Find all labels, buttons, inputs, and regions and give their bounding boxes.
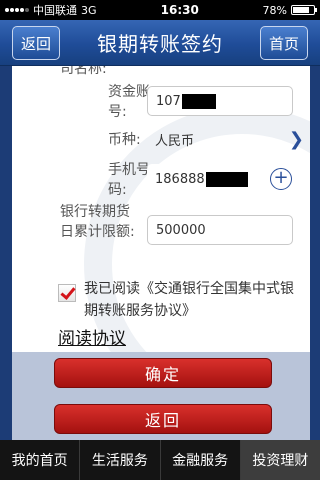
phone-label: 手机号码: <box>108 162 150 198</box>
agreement-line2: 期转账服务协议》 <box>84 303 196 319</box>
tab-bar: 我的首页 生活服务 金融服务 投资理财 <box>0 440 320 480</box>
account-field[interactable]: 107 <box>147 86 293 116</box>
limit-label-line1: 银行转期货 <box>60 204 130 220</box>
confirm-button[interactable]: 确定 <box>54 358 272 388</box>
redaction-bar <box>205 171 248 187</box>
action-band: 确定 返回 <box>12 352 310 440</box>
phone-value: 186888 <box>155 171 205 187</box>
back-button[interactable]: 返回 <box>12 26 61 60</box>
agree-checkbox[interactable] <box>58 284 76 302</box>
phone-field[interactable]: 186888 <box>147 164 267 194</box>
return-button[interactable]: 返回 <box>54 404 272 434</box>
status-bar: 中国联通 3G 16:30 78% <box>0 0 320 20</box>
account-value: 107 <box>156 93 181 109</box>
agreement-text: 我已阅读《交通银行全国集中式银 期转账服务协议》 <box>84 278 294 322</box>
currency-value[interactable]: 人民币 <box>155 130 194 149</box>
limit-label-line2: 日累计限额: <box>60 224 135 240</box>
tab-my-home[interactable]: 我的首页 <box>0 440 81 480</box>
header: 返回 银期转账签约 首页 <box>0 20 320 66</box>
network-type: 3G <box>81 3 97 17</box>
tab-financial-services[interactable]: 金融服务 <box>161 440 241 480</box>
signal-strength-icon <box>5 8 29 12</box>
battery-icon <box>291 5 317 15</box>
status-time: 16:30 <box>160 3 199 17</box>
currency-label: 币种: <box>108 132 141 148</box>
limit-field[interactable]: 500000 <box>147 215 293 245</box>
tab-life-services[interactable]: 生活服务 <box>80 440 161 480</box>
limit-value: 500000 <box>156 222 206 238</box>
form-content: 司名称: 资金账号: 107 币种: 人民币 ❯ 手机号码: 186888 + … <box>12 66 310 352</box>
tab-investment[interactable]: 投资理财 <box>240 440 320 480</box>
agreement: 我已阅读《交通银行全国集中式银 期转账服务协议》 <box>58 278 310 322</box>
page-title: 银期转账签约 <box>97 32 223 56</box>
account-label: 资金账号: <box>108 84 150 120</box>
battery-percent: 78% <box>262 3 287 17</box>
agreement-line1: 我已阅读《交通银行全国集中式银 <box>84 281 294 297</box>
company-name-label: 司名称: <box>60 66 107 77</box>
add-contact-icon[interactable]: + <box>270 168 292 190</box>
carrier-name: 中国联通 <box>33 4 77 17</box>
home-button[interactable]: 首页 <box>259 26 308 60</box>
chevron-right-icon[interactable]: ❯ <box>289 129 304 150</box>
limit-label: 银行转期货 日累计限额: <box>60 202 135 242</box>
redaction-bar <box>181 93 216 109</box>
read-agreement-link[interactable]: 阅读协议 <box>58 324 126 349</box>
